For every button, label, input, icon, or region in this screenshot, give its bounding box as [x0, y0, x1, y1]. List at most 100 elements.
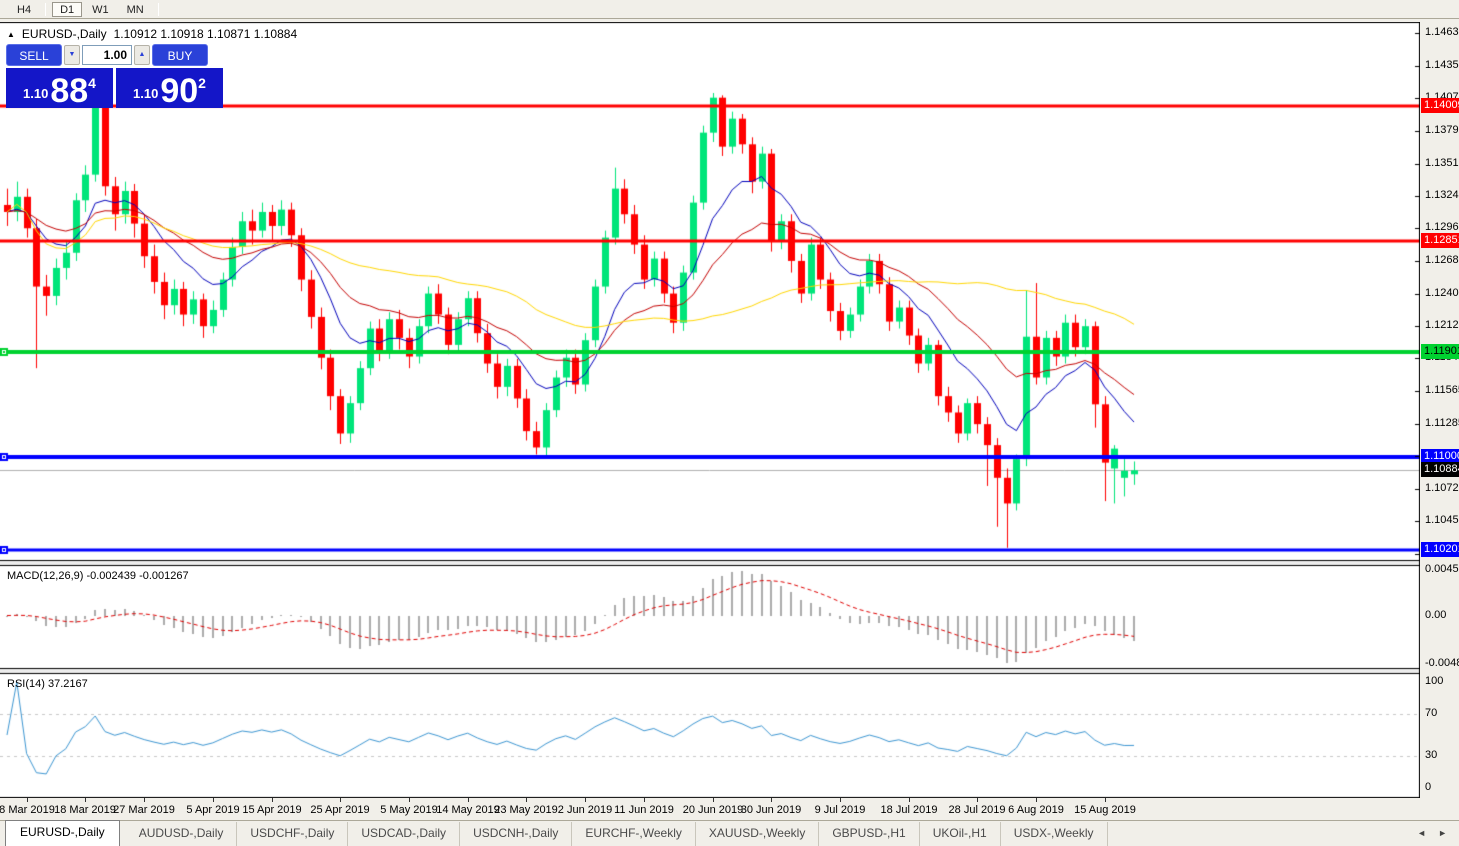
- toolbar-separator: [45, 2, 47, 16]
- date-axis-tick: [272, 798, 273, 802]
- date-axis-tick: [468, 798, 469, 802]
- date-axis-tick: [644, 798, 645, 802]
- date-axis-label: 23 May 2019: [494, 804, 558, 816]
- price-axis-tick: 1.14635: [1425, 25, 1459, 38]
- buy-price-prefix: 1.10: [133, 86, 159, 101]
- price-axis-tick: 1.10450: [1425, 513, 1459, 526]
- sell-button[interactable]: SELL: [6, 44, 62, 66]
- price-line-label: 1.11901: [1421, 343, 1459, 359]
- date-axis-label: 8 Mar 2019: [0, 804, 55, 816]
- date-axis-label: 25 Apr 2019: [310, 804, 370, 816]
- date-axis-label: 15 Apr 2019: [242, 804, 302, 816]
- volume-decrease-icon[interactable]: ▼: [64, 45, 80, 65]
- symbol-tab-usdcnh-daily[interactable]: USDCNH-,Daily: [460, 822, 573, 846]
- toolbar-separator: [157, 2, 159, 16]
- price-axis-tick: 1.13240: [1425, 188, 1459, 201]
- date-axis-label: 2 Jun 2019: [557, 804, 613, 816]
- date-axis-tick: [213, 798, 214, 802]
- timeframe-toolbar: H4 D1 W1 MN: [0, 0, 1459, 19]
- price-axis-tick: 1.14355: [1425, 58, 1459, 71]
- macd-axis-tick: 0.004517: [1425, 563, 1459, 575]
- date-axis-tick: [1036, 798, 1037, 802]
- date-axis-label: 28 Jul 2019: [948, 804, 1006, 816]
- date-axis-tick: [27, 798, 28, 802]
- date-axis-label: 18 Jul 2019: [880, 804, 938, 816]
- timeframe-button-mn[interactable]: MN: [119, 2, 152, 17]
- timeframe-button-w1[interactable]: W1: [84, 2, 117, 17]
- macd-axis-tick: 0.00: [1425, 609, 1447, 621]
- sell-price-quote[interactable]: 1.10 88 4: [6, 68, 113, 108]
- chart-header: ▲ EURUSD-,Daily 1.10912 1.10918 1.10871 …: [7, 27, 297, 41]
- buy-button[interactable]: BUY: [152, 44, 208, 66]
- rsi-axis-tick: 70: [1425, 706, 1438, 719]
- one-click-trade-panel: SELL ▼ ▲ BUY 1.10 88 4 1.10 90 2: [6, 44, 223, 108]
- buy-price-main: 90: [160, 72, 199, 110]
- chart-plot-area: ▲ EURUSD-,Daily 1.10912 1.10918 1.10871 …: [0, 22, 1420, 798]
- price-axis-tick: 1.11285: [1425, 416, 1459, 429]
- date-axis-tick: [1105, 798, 1106, 802]
- tab-scroll-nav: ◄ ►: [1405, 828, 1459, 846]
- date-axis-tick: [85, 798, 86, 802]
- price-axis: 1.146351.143551.140751.137951.135151.132…: [1420, 22, 1459, 798]
- sell-price-prefix: 1.10: [23, 86, 49, 101]
- symbol-tab-xauusd-weekly[interactable]: XAUUSD-,Weekly: [696, 822, 820, 846]
- date-axis-label: 14 May 2019: [436, 804, 500, 816]
- price-axis-tick: 1.13515: [1425, 156, 1459, 169]
- volume-input[interactable]: [82, 45, 132, 65]
- symbol-tab-usdx-weekly[interactable]: USDX-,Weekly: [1001, 822, 1108, 846]
- price-line-label: 1.14009: [1421, 97, 1459, 113]
- date-axis-tick: [840, 798, 841, 802]
- date-axis-label: 5 Apr 2019: [186, 804, 240, 816]
- price-axis-tick: 1.12680: [1425, 253, 1459, 266]
- symbol-tab-ukoil-h1[interactable]: UKOil-,H1: [920, 822, 1001, 846]
- symbol-tab-eurchf-weekly[interactable]: EURCHF-,Weekly: [572, 822, 696, 846]
- date-axis-label: 15 Aug 2019: [1074, 804, 1136, 816]
- date-axis-label: 20 Jun 2019: [682, 804, 744, 816]
- rsi-axis-tick: 100: [1425, 675, 1444, 687]
- date-axis: 8 Mar 2019 18 Mar 2019 27 Mar 2019 5 Apr 20…: [0, 798, 1459, 820]
- timeframe-button-d1[interactable]: D1: [52, 1, 83, 17]
- symbol-tab-gbpusd-h1[interactable]: GBPUSD-,H1: [819, 822, 920, 846]
- macd-axis-tick: -0.004806: [1425, 657, 1459, 669]
- date-axis-label: 27 Mar 2019: [113, 804, 175, 816]
- price-line-label: 1.12851: [1421, 232, 1459, 248]
- symbol-tab-audusd-daily[interactable]: AUDUSD-,Daily: [126, 822, 238, 846]
- timeframe-button-h4[interactable]: H4: [9, 2, 39, 17]
- rsi-indicator-label: RSI(14) 37.2167: [7, 678, 88, 690]
- tab-scroll-right-icon[interactable]: ►: [1438, 828, 1447, 838]
- sell-price-pip: 4: [88, 75, 96, 91]
- tab-scroll-left-icon[interactable]: ◄: [1417, 828, 1426, 838]
- date-axis-tick: [340, 798, 341, 802]
- rsi-axis-tick: 0: [1425, 781, 1432, 793]
- buy-price-quote[interactable]: 1.10 90 2: [116, 68, 223, 108]
- date-axis-tick: [409, 798, 410, 802]
- price-axis-tick: 1.12120: [1425, 319, 1459, 332]
- date-axis-tick: [713, 798, 714, 802]
- date-axis-label: 30 Jun 2019: [740, 804, 802, 816]
- date-axis-label: 5 May 2019: [380, 804, 438, 816]
- date-axis-tick: [771, 798, 772, 802]
- symbol-tab-usdchf-daily[interactable]: USDCHF-,Daily: [237, 822, 349, 846]
- date-axis-label: 11 Jun 2019: [614, 804, 674, 816]
- price-chart-canvas[interactable]: [0, 22, 1420, 798]
- date-axis-tick: [526, 798, 527, 802]
- chart-symbol-title: EURUSD-,Daily: [21, 27, 107, 41]
- price-axis-tick: 1.10725: [1425, 481, 1459, 494]
- collapse-panel-icon[interactable]: ▲: [7, 30, 15, 39]
- symbol-tab-usdcad-daily[interactable]: USDCAD-,Daily: [348, 822, 461, 846]
- price-axis-tick: 1.12400: [1425, 286, 1459, 299]
- sell-price-main: 88: [50, 72, 89, 110]
- symbol-tab-eurusd-daily[interactable]: EURUSD-,Daily: [5, 820, 120, 846]
- date-axis-tick: [977, 798, 978, 802]
- date-axis-label: 18 Mar 2019: [54, 804, 116, 816]
- price-line-label: 1.10201: [1421, 541, 1459, 557]
- rsi-axis-tick: 30: [1425, 749, 1438, 762]
- current-price-label: 1.10884: [1421, 462, 1459, 478]
- price-axis-tick: 1.12960: [1425, 221, 1459, 234]
- volume-increase-icon[interactable]: ▲: [134, 45, 150, 65]
- macd-indicator-label: MACD(12,26,9) -0.002439 -0.001267: [7, 570, 189, 582]
- buy-price-pip: 2: [198, 75, 206, 91]
- date-axis-label: 6 Aug 2019: [1008, 804, 1064, 816]
- date-axis-tick: [144, 798, 145, 802]
- date-axis-label: 9 Jul 2019: [814, 804, 866, 816]
